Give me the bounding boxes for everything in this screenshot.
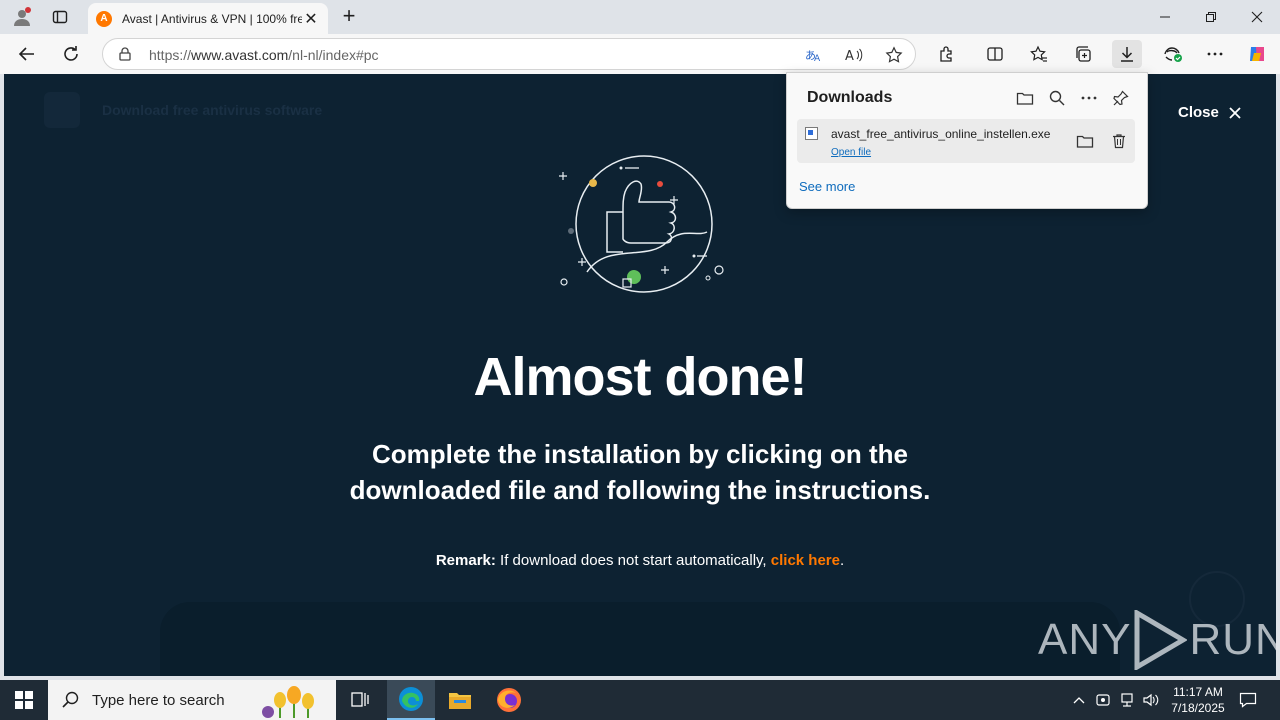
favorite-star-icon[interactable]	[883, 45, 905, 65]
remark-line: Remark: If download does not start autom…	[4, 552, 1276, 569]
read-aloud-icon[interactable]: A	[843, 45, 865, 65]
svg-text:A: A	[814, 54, 821, 63]
settings-more-icon[interactable]	[1200, 40, 1230, 68]
downloads-icon[interactable]	[1112, 40, 1142, 68]
browser-tab[interactable]: A Avast | Antivirus & VPN | 100% free ✕	[88, 3, 328, 34]
background-logo	[44, 92, 80, 128]
minimize-icon[interactable]	[1142, 0, 1188, 34]
background-panel	[160, 602, 1120, 676]
taskbar-search[interactable]: Type here to search	[48, 680, 336, 720]
title-bar: A Avast | Antivirus & VPN | 100% free ✕ …	[0, 0, 1280, 34]
avast-favicon-icon: A	[96, 10, 112, 27]
url-prefix: https://	[149, 47, 192, 63]
restore-icon[interactable]	[1188, 0, 1234, 34]
open-file-link[interactable]: Open file	[831, 147, 871, 158]
clock-date: 7/18/2025	[1171, 701, 1225, 715]
downloads-title: Downloads	[807, 89, 893, 106]
meet-now-icon[interactable]	[1092, 680, 1114, 720]
favorites-icon[interactable]	[1024, 40, 1054, 68]
flowers-decoration-icon	[262, 686, 314, 718]
url-path: /nl-nl/index#pc	[288, 47, 379, 63]
back-icon[interactable]	[12, 40, 42, 68]
remark-text: If download does not start automatically…	[500, 552, 767, 569]
tab-title: Avast | Antivirus & VPN | 100% free	[122, 11, 302, 26]
taskbar: Type here to search 11:17 AM 7/18/2025	[0, 680, 1280, 720]
search-downloads-icon[interactable]	[1045, 86, 1069, 110]
translate-icon[interactable]: あA	[803, 45, 825, 65]
edge-taskbar-icon[interactable]	[387, 680, 435, 720]
task-view-icon[interactable]	[336, 680, 384, 720]
download-file-name: avast_free_antivirus_online_instellen.ex…	[831, 127, 1051, 141]
remark-label: Remark:	[435, 552, 496, 569]
collections-icon[interactable]	[1068, 40, 1098, 68]
show-in-folder-icon[interactable]	[1073, 129, 1097, 153]
notifications-icon[interactable]	[1234, 680, 1262, 720]
site-info-icon[interactable]	[117, 46, 133, 67]
browser-essentials-icon[interactable]	[1158, 40, 1188, 68]
extensions-icon[interactable]	[932, 40, 962, 68]
download-item[interactable]: avast_free_antivirus_online_instellen.ex…	[797, 119, 1135, 163]
profile-icon[interactable]	[8, 5, 36, 29]
copilot-icon[interactable]	[1242, 40, 1272, 68]
close-button[interactable]: Close	[1178, 104, 1241, 121]
watermark-left: ANY	[1038, 615, 1132, 664]
downloads-flyout: Downloads avast_free_antivirus_online_in…	[786, 72, 1148, 209]
svg-text:A: A	[845, 49, 854, 63]
page-subline: Complete the installation by clicking on…	[349, 439, 931, 505]
address-bar[interactable]: https://www.avast.com/nl-nl/index#pc あA …	[102, 38, 916, 70]
search-icon	[62, 691, 79, 708]
volume-icon[interactable]	[1140, 680, 1162, 720]
open-downloads-folder-icon[interactable]	[1013, 86, 1037, 110]
pin-icon[interactable]	[1109, 86, 1133, 110]
close-x-icon	[1229, 106, 1241, 119]
file-explorer-icon[interactable]	[436, 680, 484, 720]
refresh-icon[interactable]	[56, 40, 86, 68]
background-title: Download free antivirus software	[102, 102, 323, 118]
tab-close-icon[interactable]: ✕	[302, 9, 320, 29]
more-options-icon[interactable]	[1077, 86, 1101, 110]
search-placeholder: Type here to search	[92, 691, 225, 709]
watermark-right: RUN	[1189, 615, 1276, 664]
play-logo-icon	[1134, 610, 1188, 670]
url-host: www.avast.com	[191, 47, 289, 63]
anyrun-watermark: ANY RUN	[1038, 610, 1276, 670]
windows-start-icon[interactable]	[0, 680, 48, 720]
navigation-bar: https://www.avast.com/nl-nl/index#pc あA …	[0, 34, 1280, 74]
tab-actions-icon[interactable]	[46, 5, 74, 29]
exe-file-icon	[805, 127, 818, 140]
remark-end: .	[839, 552, 845, 569]
firefox-icon[interactable]	[485, 680, 533, 720]
thumbs-up-illustration	[559, 155, 724, 293]
click-here-link[interactable]: click here	[771, 552, 840, 569]
see-more-link[interactable]: See more	[799, 179, 855, 194]
url-text[interactable]: https://www.avast.com/nl-nl/index#pc	[149, 47, 379, 63]
split-screen-icon[interactable]	[980, 40, 1010, 68]
taskbar-clock[interactable]: 11:17 AM 7/18/2025	[1160, 684, 1236, 716]
window-close-icon[interactable]	[1234, 0, 1280, 34]
tray-chevron-icon[interactable]	[1068, 680, 1090, 720]
close-label: Close	[1178, 104, 1219, 121]
clock-time: 11:17 AM	[1173, 685, 1223, 699]
new-tab-icon[interactable]: +	[336, 5, 362, 29]
network-icon[interactable]	[1116, 680, 1138, 720]
page-headline: Almost done!	[473, 347, 808, 407]
delete-download-icon[interactable]	[1107, 129, 1131, 153]
